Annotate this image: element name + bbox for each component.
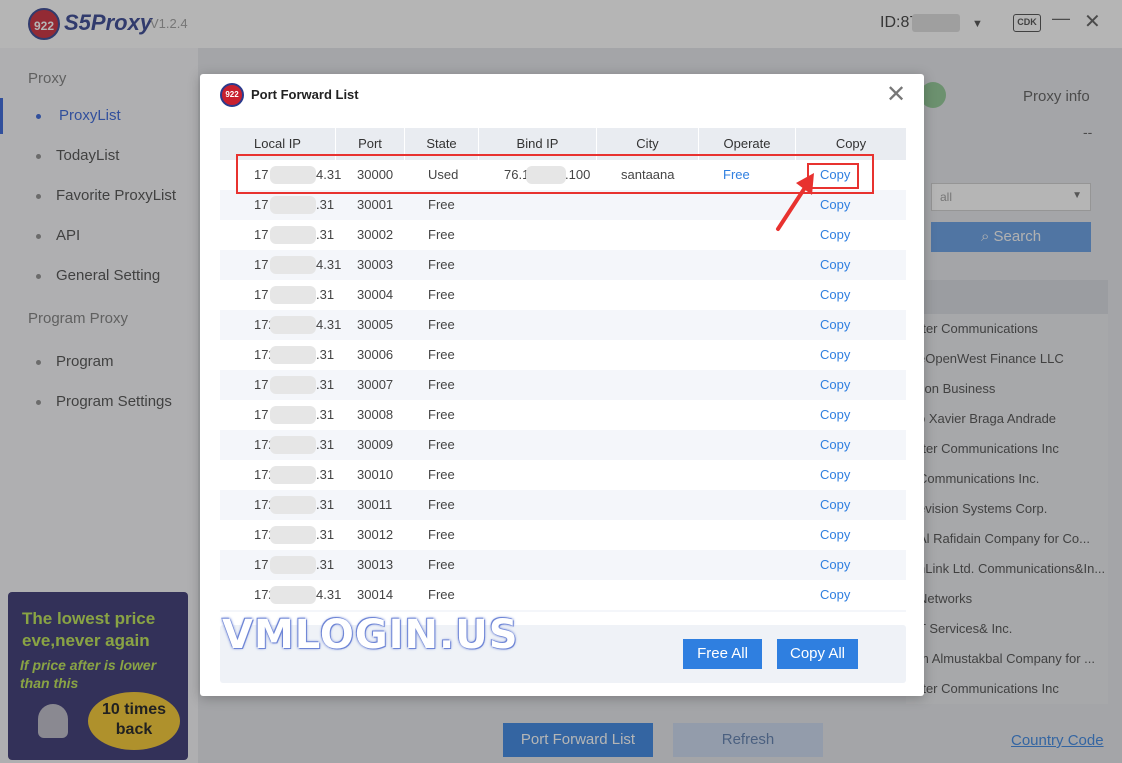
ip-redaction [270,196,316,214]
state-cell: Free [428,197,455,212]
table-row: 172.31 30012 Free Copy [220,520,906,550]
copy-link[interactable]: Copy [820,550,850,580]
port-cell: 30004 [357,287,394,302]
copy-link[interactable]: Copy [820,580,850,610]
copy-link[interactable]: Copy [820,250,850,280]
state-cell: Free [428,317,455,332]
ip-redaction [270,466,316,484]
state-cell: Free [428,227,455,242]
local-ip-suffix: 4.31 [316,257,342,272]
port-cell: 30006 [357,347,394,362]
table-row: 17 .31 30007 Free Copy [220,370,906,400]
state-cell: Free [428,467,455,482]
local-ip-cell: 17 [254,287,269,302]
local-ip-cell: 17 [254,197,269,212]
port-cell: 30014 [357,587,394,602]
copy-link[interactable]: Copy [820,460,850,490]
local-ip-suffix: .31 [316,377,335,392]
ip-redaction [270,226,316,244]
ip-redaction [270,496,316,514]
copy-link[interactable]: Copy [820,340,850,370]
copy-link[interactable]: Copy [820,370,850,400]
local-ip-suffix: 4.31 [316,587,342,602]
local-ip-cell: 17 [254,227,269,242]
copy-link[interactable]: Copy [820,280,850,310]
table-row: 172 4.31 30014 Free Copy [220,580,906,610]
copy-link[interactable]: Copy [820,430,850,460]
ip-redaction [270,286,316,304]
table-row: 172.31 30011 Free Copy [220,490,906,520]
copy-link[interactable]: Copy [820,310,850,340]
ip-redaction [270,376,316,394]
copy-link[interactable]: Copy [820,400,850,430]
table-row: 172.31 30010 Free Copy [220,460,906,490]
port-cell: 30003 [357,257,394,272]
ip-redaction [270,256,316,274]
copy-link[interactable]: Copy [820,520,850,550]
state-cell: Free [428,497,455,512]
ip-redaction [270,556,316,574]
table-row: 17 4.31 30003 Free Copy [220,250,906,280]
table-row: 172.31 30009 Free Copy [220,430,906,460]
local-ip-cell: 17 [254,407,269,422]
state-cell: Free [428,587,455,602]
local-ip-suffix: .31 [316,437,335,452]
red-arrow-annotation [776,173,814,231]
table-row: 17 .31 30013 Free Copy [220,550,906,580]
watermark: VMLOGIN.US [222,612,519,658]
port-cell: 30012 [357,527,394,542]
port-forward-dialog: 922 Port Forward List ✕ Local IP Port St… [200,74,924,696]
port-cell: 30009 [357,437,394,452]
port-cell: 30011 [357,497,393,512]
table-row: 17 .31 30008 Free Copy [220,400,906,430]
local-ip-suffix: .31 [316,527,335,542]
state-cell: Free [428,527,455,542]
local-ip-suffix: .31 [316,347,335,362]
port-cell: 30010 [357,467,394,482]
ip-redaction [270,436,316,454]
local-ip-suffix: 4.31 [316,317,342,332]
ip-redaction [270,316,316,334]
free-all-button[interactable]: Free All [683,639,762,669]
state-cell: Free [428,287,455,302]
dialog-title: Port Forward List [251,87,359,102]
copy-link[interactable]: Copy [820,220,850,250]
port-cell: 30007 [357,377,394,392]
port-cell: 30001 [357,197,394,212]
port-cell: 30013 [357,557,394,572]
copy-link[interactable]: Copy [820,190,850,220]
ip-redaction [270,346,316,364]
local-ip-suffix: .31 [316,467,335,482]
port-cell: 30002 [357,227,394,242]
copy-link[interactable]: Copy [820,490,850,520]
close-icon[interactable]: ✕ [886,80,906,109]
copy-all-button[interactable]: Copy All [777,639,858,669]
ip-redaction [270,586,316,604]
state-cell: Free [428,377,455,392]
ip-redaction [270,526,316,544]
port-cell: 30008 [357,407,394,422]
table-row: 172.31 30006 Free Copy [220,340,906,370]
local-ip-cell: 17 [254,377,269,392]
local-ip-suffix: .31 [316,197,335,212]
table-row: 172 4.31 30005 Free Copy [220,310,906,340]
local-ip-cell: 17 [254,257,269,272]
state-cell: Free [428,557,455,572]
local-ip-cell: 17 [254,557,269,572]
state-cell: Free [428,347,455,362]
state-cell: Free [428,407,455,422]
state-cell: Free [428,437,455,452]
local-ip-suffix: .31 [316,557,335,572]
app-logo-icon: 922 [220,83,244,107]
local-ip-suffix: .31 [316,227,335,242]
local-ip-suffix: .31 [316,287,335,302]
ip-redaction [270,406,316,424]
state-cell: Free [428,257,455,272]
table-row: 17 .31 30004 Free Copy [220,280,906,310]
local-ip-suffix: .31 [316,497,335,512]
local-ip-suffix: .31 [316,407,335,422]
port-cell: 30005 [357,317,394,332]
